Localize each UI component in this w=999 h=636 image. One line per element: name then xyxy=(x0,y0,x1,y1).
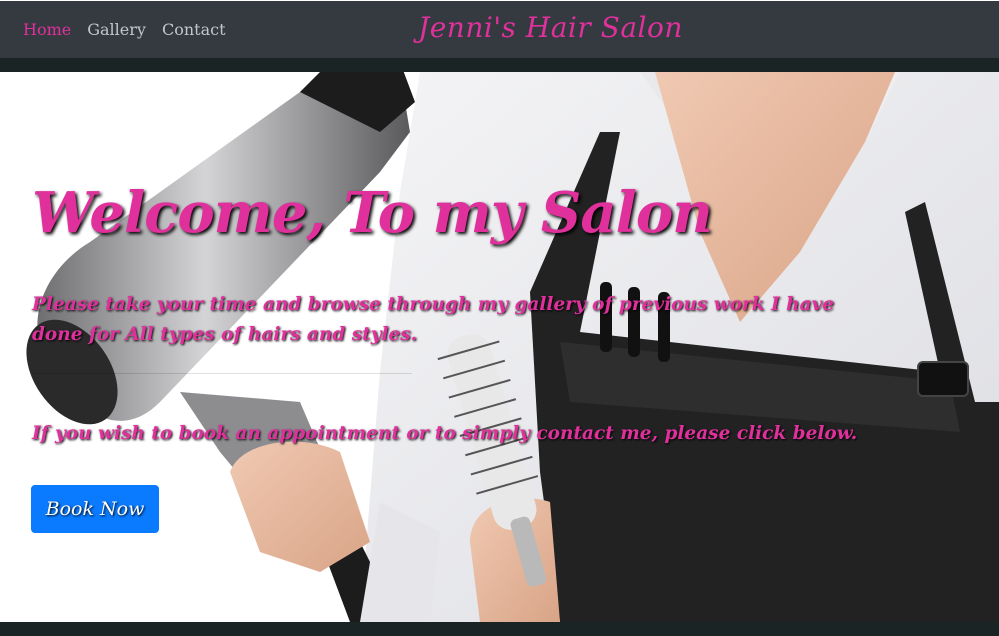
brand-logo-text[interactable]: Jenni's Hair Salon xyxy=(418,11,683,44)
hero-title: Welcome, To my Salon xyxy=(32,180,713,246)
hero-divider xyxy=(32,373,412,374)
nav-link-contact[interactable]: Contact xyxy=(162,20,226,39)
hero-contact-text: If you wish to book an appointment or to… xyxy=(32,423,858,444)
nav-link-gallery[interactable]: Gallery xyxy=(87,20,146,39)
book-now-button[interactable]: Book Now xyxy=(31,485,159,533)
navbar: Home Gallery Contact Jenni's Hair Salon xyxy=(0,0,999,58)
nav-divider-strip xyxy=(0,58,999,72)
hero-intro-text: Please take your time and browse through… xyxy=(32,294,835,345)
hero-section: Welcome, To my Salon Please take your ti… xyxy=(0,72,999,622)
nav-link-home[interactable]: Home xyxy=(23,20,71,39)
nav-links: Home Gallery Contact xyxy=(23,20,226,39)
footer-strip xyxy=(0,622,999,636)
